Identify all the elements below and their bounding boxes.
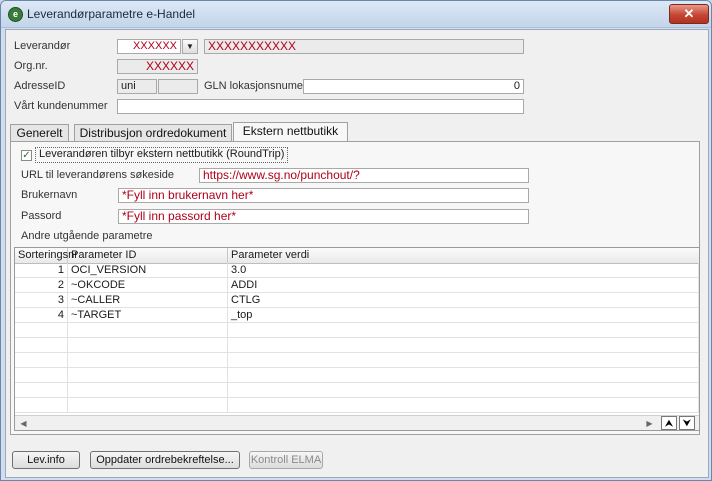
supplier-params-window: e Leverandørparametre e-Handel ✕ Leveran… <box>0 0 712 481</box>
checkmark-icon: ✓ <box>22 150 31 161</box>
column-header-param-id[interactable]: Parameter ID <box>68 248 228 263</box>
lev-info-button[interactable]: Lev.info <box>12 451 80 469</box>
parameters-grid[interactable]: Sorteringsnr Parameter ID Parameter verd… <box>14 247 700 431</box>
cell-param-id[interactable]: ~CALLER <box>68 293 228 307</box>
cell-sort[interactable] <box>15 383 68 397</box>
client-area: Leverandør XXXXXX ▼ XXXXXXXXXXX Org.nr. … <box>5 29 709 478</box>
params-label: Andre utgående parametre <box>21 230 153 242</box>
check-elma-button[interactable]: Kontroll ELMA <box>249 451 323 469</box>
cell-param-id[interactable]: ~OKCODE <box>68 278 228 292</box>
table-row[interactable] <box>15 368 699 383</box>
gln-label: GLN lokasjonsnumer <box>204 80 307 92</box>
gln-input[interactable]: 0 <box>303 79 524 94</box>
cell-param-id[interactable] <box>68 383 228 397</box>
cell-param-value[interactable] <box>228 338 699 352</box>
cell-sort[interactable] <box>15 398 68 412</box>
table-row[interactable]: 2 ~OKCODE ADDI <box>15 278 699 293</box>
cell-sort[interactable]: 3 <box>15 293 68 307</box>
address-id-label: AdresseID <box>14 80 66 92</box>
close-icon: ✕ <box>683 6 695 21</box>
column-header-param-value[interactable]: Parameter verdi <box>228 248 699 263</box>
cell-param-value[interactable]: _top <box>228 308 699 322</box>
cell-sort[interactable] <box>15 323 68 337</box>
customer-number-input[interactable] <box>117 99 524 114</box>
password-label: Passord <box>21 210 62 222</box>
address-id-field: uni <box>117 79 157 94</box>
table-row[interactable] <box>15 323 699 338</box>
url-input[interactable]: https://www.sg.no/punchout/? <box>199 168 529 183</box>
cell-param-value[interactable] <box>228 398 699 412</box>
table-row[interactable] <box>15 353 699 368</box>
cell-param-id[interactable] <box>68 398 228 412</box>
tab-distribusjon[interactable]: Distribusjon ordredokument <box>74 124 232 141</box>
cell-sort[interactable] <box>15 353 68 367</box>
tab-generelt[interactable]: Generelt <box>10 124 69 141</box>
supplier-dropdown-button[interactable]: ▼ <box>182 39 198 54</box>
cell-param-id[interactable] <box>68 338 228 352</box>
move-up-button[interactable]: ⮝ <box>661 416 677 430</box>
cell-param-value[interactable] <box>228 353 699 367</box>
cell-param-value[interactable]: 3.0 <box>228 263 699 277</box>
roundtrip-checkbox[interactable]: ✓ <box>21 150 32 161</box>
supplier-name-field: XXXXXXXXXXX <box>204 39 524 54</box>
cell-param-value[interactable] <box>228 323 699 337</box>
supplier-code-combo[interactable]: XXXXXX <box>117 39 181 54</box>
cell-param-value[interactable] <box>228 383 699 397</box>
cell-param-value[interactable] <box>228 368 699 382</box>
cell-param-value[interactable]: ADDI <box>228 278 699 292</box>
password-input[interactable]: *Fyll inn passord her* <box>118 209 529 224</box>
horizontal-scrollbar[interactable]: ◀ ▶ ⮝ ⮟ <box>15 415 699 430</box>
username-label: Brukernavn <box>21 189 78 201</box>
org-number-label: Org.nr. <box>14 60 48 72</box>
supplier-label: Leverandør <box>14 40 71 52</box>
cell-sort[interactable] <box>15 368 68 382</box>
update-order-confirmation-button[interactable]: Oppdater ordrebekreftelse... <box>90 451 240 469</box>
url-label: URL til leverandørens søkeside <box>21 169 175 181</box>
tab-ekstern-nettbutikk[interactable]: Ekstern nettbutikk <box>233 122 348 141</box>
double-chevron-down-icon: ⮟ <box>683 418 691 428</box>
org-number-field: XXXXXX <box>117 59 198 74</box>
table-row[interactable] <box>15 398 699 413</box>
app-e-icon: e <box>8 7 23 22</box>
grid-header: Sorteringsnr Parameter ID Parameter verd… <box>15 248 699 264</box>
cell-param-id[interactable]: ~TARGET <box>68 308 228 322</box>
title-bar[interactable]: e Leverandørparametre e-Handel ✕ <box>1 1 711 28</box>
move-down-button[interactable]: ⮟ <box>679 416 695 430</box>
table-row[interactable] <box>15 383 699 398</box>
double-chevron-up-icon: ⮝ <box>665 418 673 428</box>
table-row[interactable] <box>15 338 699 353</box>
cell-sort[interactable]: 1 <box>15 263 68 277</box>
table-row[interactable]: 4 ~TARGET _top <box>15 308 699 323</box>
username-input[interactable]: *Fyll inn brukernavn her* <box>118 188 529 203</box>
chevron-down-icon: ▼ <box>186 42 194 51</box>
cell-sort[interactable] <box>15 338 68 352</box>
table-row[interactable]: 1 OCI_VERSION 3.0 <box>15 263 699 278</box>
cell-param-id[interactable] <box>68 368 228 382</box>
window-title: Leverandørparametre e-Handel <box>27 7 196 21</box>
cell-param-id[interactable] <box>68 353 228 367</box>
customer-number-label: Vårt kundenummer <box>14 100 108 112</box>
scroll-right-icon[interactable]: ▶ <box>643 417 656 430</box>
roundtrip-label[interactable]: Leverandøren tilbyr ekstern nettbutikk (… <box>35 147 289 163</box>
cell-param-id[interactable] <box>68 323 228 337</box>
cell-param-value[interactable]: CTLG <box>228 293 699 307</box>
close-button[interactable]: ✕ <box>669 4 709 24</box>
address-extra-field <box>158 79 198 94</box>
cell-sort[interactable]: 4 <box>15 308 68 322</box>
cell-param-id[interactable]: OCI_VERSION <box>68 263 228 277</box>
cell-sort[interactable]: 2 <box>15 278 68 292</box>
scroll-left-icon[interactable]: ◀ <box>17 417 30 430</box>
table-row[interactable]: 3 ~CALLER CTLG <box>15 293 699 308</box>
column-header-sort[interactable]: Sorteringsnr <box>15 248 78 263</box>
